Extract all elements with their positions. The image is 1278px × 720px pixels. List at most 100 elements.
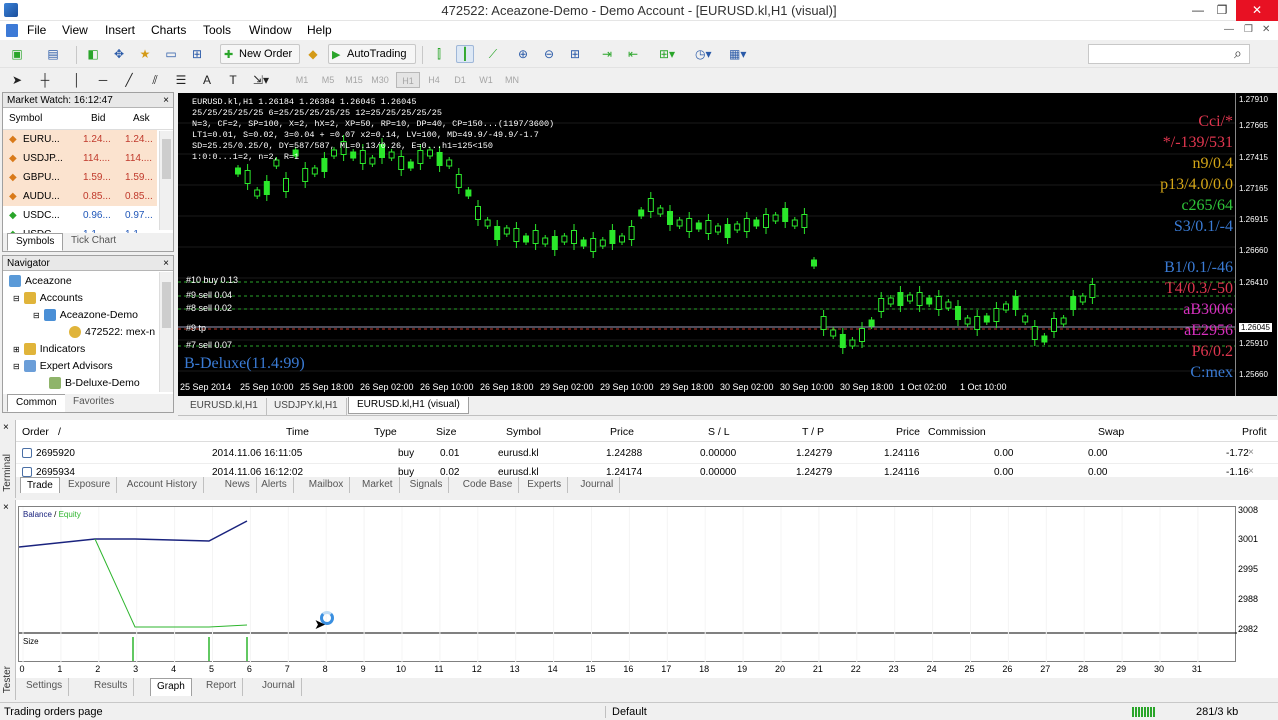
menu-tools[interactable]: Tools: [203, 23, 231, 37]
tf-m5[interactable]: M5: [316, 72, 340, 88]
arrows-icon[interactable]: ⇲▾: [252, 71, 270, 89]
zoom-out-icon[interactable]: ⊖: [540, 45, 558, 63]
data-window-icon[interactable]: ✥: [110, 45, 128, 63]
market-watch-row[interactable]: ◆ EURU... 1.24... 1.24...: [3, 130, 157, 149]
price-chart[interactable]: EURUSD.kl,H1 1.26184 1.26384 1.26045 1.2…: [178, 93, 1277, 396]
indicators-icon[interactable]: ⊞▾: [658, 45, 676, 63]
col-bid[interactable]: Bid: [91, 113, 105, 124]
inner-close-button[interactable]: ✕: [1262, 24, 1270, 35]
menu-file[interactable]: File: [27, 23, 46, 37]
terminal-tab[interactable]: News: [219, 477, 257, 493]
menu-charts[interactable]: Charts: [151, 23, 186, 37]
terminal-col[interactable]: Price: [896, 426, 920, 438]
tf-w1[interactable]: W1: [474, 72, 498, 88]
navigator-scrollbar[interactable]: [159, 272, 173, 392]
templates-icon[interactable]: ▦▾: [728, 45, 746, 63]
terminal-tab[interactable]: Journal: [574, 477, 621, 493]
tf-m30[interactable]: M30: [368, 72, 392, 88]
tf-mn[interactable]: MN: [500, 72, 524, 88]
bar-chart-icon[interactable]: ⫿: [430, 45, 448, 63]
nav-expert-advisors[interactable]: ⊟ Expert Advisors: [13, 358, 113, 375]
market-watch-icon[interactable]: ◧: [84, 45, 102, 63]
text-icon[interactable]: A: [198, 71, 216, 89]
profiles-icon[interactable]: ▤: [44, 45, 62, 63]
tile-windows-icon[interactable]: ⊞: [566, 45, 584, 63]
navigator-icon[interactable]: ★: [136, 45, 154, 63]
chart-tab-eurusd[interactable]: EURUSD.kl,H1: [182, 398, 267, 415]
autotrading-button[interactable]: ▶ AutoTrading: [328, 44, 416, 64]
market-watch-row[interactable]: ◆ GBPU... 1.59... 1.59...: [3, 168, 157, 187]
market-watch-row[interactable]: ◆ USDC... 0.96... 0.97...: [3, 206, 157, 225]
terminal-tab[interactable]: Mailbox: [303, 477, 351, 493]
fibo-icon[interactable]: ☰: [172, 71, 190, 89]
terminal-col[interactable]: Time: [286, 426, 309, 438]
terminal-col[interactable]: Type: [374, 426, 397, 438]
tf-d1[interactable]: D1: [448, 72, 472, 88]
crosshair-icon[interactable]: ┼: [36, 71, 54, 89]
terminal-col[interactable]: Order: [22, 426, 49, 438]
terminal-col[interactable]: Size: [436, 426, 456, 438]
col-ask[interactable]: Ask: [133, 113, 150, 124]
terminal-tab[interactable]: Alerts: [255, 477, 294, 493]
tf-h1[interactable]: H1: [396, 72, 420, 88]
search-input[interactable]: [1088, 44, 1250, 64]
terminal-col[interactable]: /: [58, 426, 61, 438]
tab-symbols[interactable]: Symbols: [7, 233, 64, 251]
label-icon[interactable]: T: [224, 71, 242, 89]
terminal-col[interactable]: Commission: [928, 426, 986, 438]
close-icon[interactable]: ×: [163, 256, 169, 271]
tf-h4[interactable]: H4: [422, 72, 446, 88]
market-watch-scrollbar[interactable]: [159, 131, 173, 230]
tab-common[interactable]: Common: [7, 394, 66, 412]
terminal-tab[interactable]: Signals: [404, 477, 450, 493]
tester-tab[interactable]: Graph: [150, 678, 192, 696]
tester-tab[interactable]: Results: [88, 678, 135, 696]
menu-help[interactable]: Help: [307, 23, 332, 37]
order-close-icon[interactable]: ×: [1248, 466, 1254, 477]
periods-icon[interactable]: ◷▾: [694, 45, 712, 63]
autoscroll-icon[interactable]: ⇥: [598, 45, 616, 63]
tf-m15[interactable]: M15: [342, 72, 366, 88]
horizontal-line-icon[interactable]: ─: [94, 71, 112, 89]
terminal-col[interactable]: T / P: [802, 426, 824, 438]
terminal-tab[interactable]: Exposure: [62, 477, 118, 493]
candlestick-icon[interactable]: ┃: [456, 45, 474, 63]
terminal-col[interactable]: Price: [610, 426, 634, 438]
trendline-icon[interactable]: ╱: [120, 71, 138, 89]
chart-shift-icon[interactable]: ⇤: [624, 45, 642, 63]
chart-tab-usdjpy[interactable]: USDJPY.kl,H1: [266, 398, 347, 415]
close-button[interactable]: ✕: [1236, 0, 1278, 21]
terminal-close-icon[interactable]: ×: [3, 422, 9, 433]
nav-account-472522[interactable]: 472522: mex-n: [69, 324, 155, 341]
menu-insert[interactable]: Insert: [105, 23, 135, 37]
terminal-tab[interactable]: Code Base: [457, 477, 520, 493]
col-symbol[interactable]: Symbol: [9, 113, 42, 124]
terminal-col[interactable]: Swap: [1098, 426, 1124, 438]
terminal-icon[interactable]: ▭: [162, 45, 180, 63]
metaeditor-icon[interactable]: ◆: [304, 45, 322, 63]
tester-tab[interactable]: Settings: [20, 678, 70, 696]
zoom-in-icon[interactable]: ⊕: [514, 45, 532, 63]
inner-minimize-button[interactable]: —: [1224, 24, 1234, 35]
terminal-col[interactable]: Profit: [1242, 426, 1267, 438]
tf-m1[interactable]: M1: [290, 72, 314, 88]
market-watch-row[interactable]: ◆ AUDU... 0.85... 0.85...: [3, 187, 157, 206]
terminal-tab[interactable]: Account History: [121, 477, 204, 493]
tester-tab[interactable]: Report: [200, 678, 244, 696]
terminal-tab[interactable]: Experts: [521, 477, 569, 493]
nav-aceazone-demo[interactable]: ⊟ Aceazone-Demo: [33, 307, 138, 324]
tester-icon[interactable]: ⊞: [188, 45, 206, 63]
search-icon[interactable]: ⌕: [1234, 45, 1242, 62]
nav-indicators[interactable]: ⊞ Indicators: [13, 341, 85, 358]
chart-tab-eurusd-visual[interactable]: EURUSD.kl,H1 (visual): [348, 397, 469, 414]
market-watch-row[interactable]: ◆ USDJP... 114.... 114....: [3, 149, 157, 168]
cursor-icon[interactable]: ➤: [8, 71, 26, 89]
tester-tab[interactable]: Journal: [256, 678, 302, 696]
new-chart-icon[interactable]: ▣: [8, 45, 26, 63]
nav-accounts[interactable]: ⊟ Accounts: [13, 290, 83, 307]
close-icon[interactable]: ×: [163, 93, 169, 108]
terminal-tab[interactable]: Trade: [20, 477, 60, 493]
terminal-col[interactable]: S / L: [708, 426, 730, 438]
terminal-col[interactable]: Symbol: [506, 426, 541, 438]
inner-restore-button[interactable]: ❐: [1244, 24, 1253, 35]
